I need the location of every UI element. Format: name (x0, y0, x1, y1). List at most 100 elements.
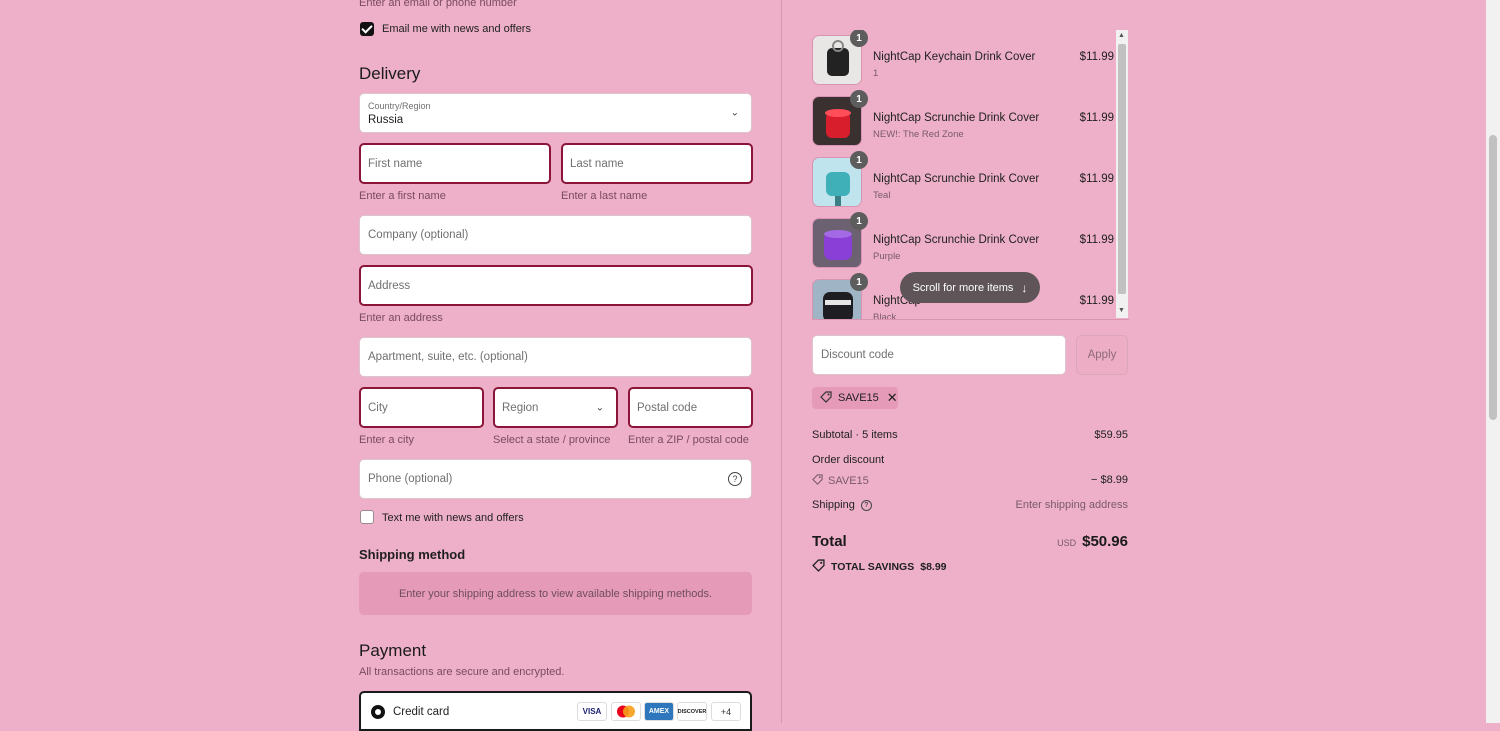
item-name: NightCap Scrunchie Drink Cover (873, 173, 1040, 185)
address-placeholder: Address (368, 279, 411, 292)
order-discount-code-row: SAVE15 (812, 474, 869, 488)
first-name-error: Enter a first name (359, 190, 446, 202)
item-price: $11.99 (1079, 112, 1114, 124)
item-variant: NEW!: The Red Zone (873, 129, 964, 140)
list-item: 1 NightCap Keychain Drink Cover 1 $11.99 (812, 30, 1117, 87)
help-icon[interactable]: ? (728, 472, 742, 486)
total-savings-label: TOTAL SAVINGS (831, 561, 915, 573)
chevron-down-icon: ⌄ (595, 402, 604, 413)
order-discount-code: SAVE15 (828, 475, 869, 487)
address-error: Enter an address (359, 312, 443, 324)
item-variant: Black (873, 312, 897, 320)
shipping-method-title: Shipping method (359, 547, 466, 562)
shipping-value: Enter shipping address (1015, 499, 1128, 511)
scroll-down-icon[interactable]: ▼ (1118, 307, 1125, 314)
shipping-label: Shipping (812, 499, 855, 511)
tag-icon (812, 474, 823, 488)
arrow-down-icon: ↓ (1021, 280, 1028, 295)
apply-label: Apply (1087, 349, 1117, 361)
tag-icon (812, 559, 825, 575)
country-value: Russia (368, 114, 404, 126)
postal-code-placeholder: Postal code (637, 401, 698, 414)
total-label: Total (812, 533, 847, 550)
item-name: NightCap Scrunchie Drink Cover (873, 112, 1040, 124)
item-name: NightCap Keychain Drink Cover (873, 51, 1036, 63)
email-optin-label: Email me with news and offers (382, 23, 531, 35)
quantity-badge: 1 (850, 151, 868, 169)
payment-subtitle: All transactions are secure and encrypte… (359, 666, 565, 678)
close-icon[interactable]: ✕ (887, 390, 898, 406)
discount-code-input[interactable]: Discount code (812, 335, 1066, 375)
item-name: NightCap Scrunchie Drink Cover (873, 234, 1040, 246)
country-select[interactable]: Country/Region Russia ⌄ (359, 93, 752, 133)
subtotal-label: Subtotal · 5 items (812, 429, 898, 441)
phone-placeholder: Phone (optional) (368, 473, 453, 485)
city-placeholder: City (368, 401, 388, 414)
city-input[interactable]: City (359, 387, 484, 428)
address-input[interactable]: Address (359, 265, 753, 306)
amex-icon: AMEX (644, 702, 674, 721)
company-placeholder: Company (optional) (368, 229, 469, 241)
quantity-badge: 1 (850, 30, 868, 47)
scroll-more-label: Scroll for more items (912, 281, 1014, 294)
shipping-method-text: Enter your shipping address to view avai… (398, 587, 713, 600)
applied-discount-tag: SAVE15 ✕ (812, 387, 898, 409)
apartment-input[interactable]: Apartment, suite, etc. (optional) (359, 337, 752, 377)
credit-card-radio[interactable] (371, 705, 385, 719)
help-icon[interactable]: ? (860, 499, 872, 511)
page-scrollbar[interactable] (1486, 0, 1500, 723)
discover-icon: DISCOVER (677, 702, 707, 721)
apartment-placeholder: Apartment, suite, etc. (optional) (368, 351, 528, 363)
postal-code-input[interactable]: Postal code (628, 387, 753, 428)
credit-card-option[interactable]: Credit card VISA AMEX DISCOVER +4 (359, 691, 752, 731)
email-optin-checkbox[interactable] (360, 22, 374, 36)
phone-input[interactable]: Phone (optional) ? (359, 459, 752, 499)
country-label: Country/Region (368, 101, 431, 111)
total-value: $50.96 (1082, 533, 1128, 550)
city-error: Enter a city (359, 434, 415, 446)
page-scrollbar-thumb[interactable] (1489, 135, 1497, 420)
item-variant: 1 (873, 68, 879, 79)
last-name-placeholder: Last name (570, 157, 624, 170)
first-name-input[interactable]: First name (359, 143, 551, 184)
applied-discount-code: SAVE15 (838, 392, 879, 404)
total-savings-row: TOTAL SAVINGS $8.99 (812, 559, 947, 575)
item-price: $11.99 (1079, 173, 1114, 185)
last-name-error: Enter a last name (561, 190, 648, 202)
item-price: $11.99 (1079, 295, 1114, 307)
text-optin-label: Text me with news and offers (382, 512, 524, 524)
items-scrollbar[interactable]: ▲ ▼ (1116, 30, 1128, 318)
item-price: $11.99 (1079, 51, 1114, 63)
payment-title: Payment (359, 641, 427, 660)
region-placeholder: Region (502, 401, 539, 414)
total-amount: USD $50.96 (1057, 533, 1128, 550)
more-cards-badge: +4 (711, 702, 741, 721)
items-scrollbar-thumb[interactable] (1118, 44, 1126, 294)
delivery-title: Delivery (359, 64, 421, 83)
region-error: Select a state / province (493, 434, 611, 446)
first-name-placeholder: First name (368, 157, 423, 170)
quantity-badge: 1 (850, 273, 868, 291)
list-item: 1 NightCap Scrunchie Drink Cover NEW!: T… (812, 90, 1117, 148)
order-discount-label: Order discount (812, 454, 885, 466)
apply-button[interactable]: Apply (1076, 335, 1128, 375)
shipping-method-message: Enter your shipping address to view avai… (359, 572, 752, 615)
scroll-more-button[interactable]: Scroll for more items ↓ (900, 272, 1040, 303)
discount-code-placeholder: Discount code (821, 349, 894, 361)
chevron-down-icon: ⌄ (730, 107, 739, 119)
currency-code: USD (1057, 538, 1077, 548)
item-price: $11.99 (1079, 234, 1114, 246)
list-item: 1 NightCap Scrunchie Drink Cover Purple … (812, 212, 1117, 270)
text-optin-checkbox[interactable] (360, 510, 374, 524)
scroll-up-icon[interactable]: ▲ (1118, 32, 1125, 39)
mastercard-icon (611, 702, 641, 721)
shipping-row-label: Shipping ? (812, 499, 872, 511)
postal-code-error: Enter a ZIP / postal code (628, 434, 749, 446)
subtotal-value: $59.95 (1094, 429, 1128, 441)
last-name-input[interactable]: Last name (561, 143, 753, 184)
company-input[interactable]: Company (optional) (359, 215, 752, 255)
contact-helper: Enter an email or phone number (359, 0, 517, 9)
credit-card-label: Credit card (393, 706, 450, 718)
region-select[interactable]: Region ⌄ (493, 387, 618, 428)
item-variant: Teal (873, 190, 891, 201)
